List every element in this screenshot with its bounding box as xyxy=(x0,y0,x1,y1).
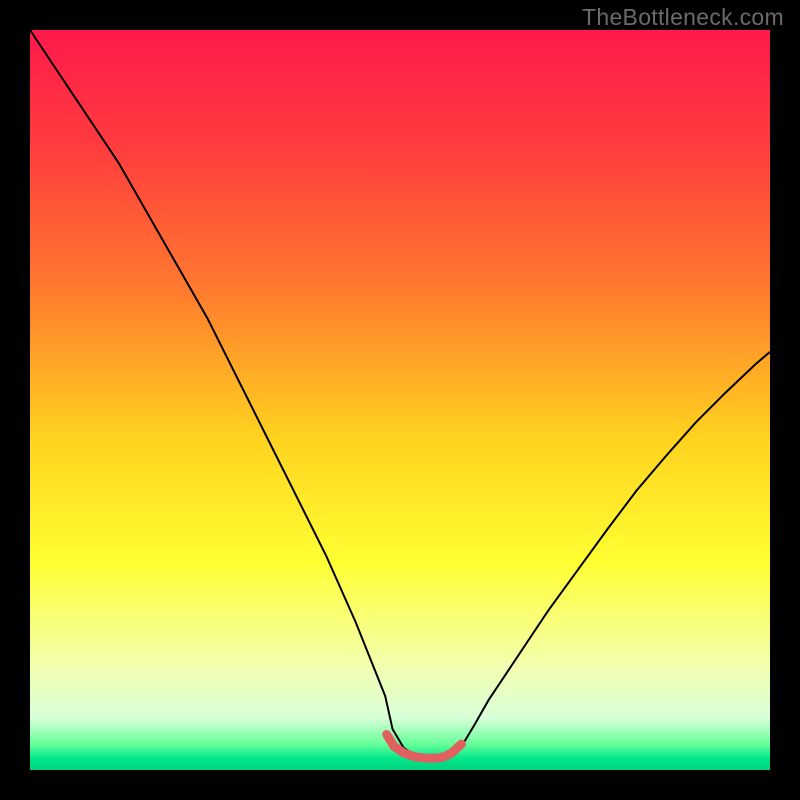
curve-layer xyxy=(30,30,770,770)
bottleneck-curve xyxy=(30,30,770,759)
watermark-text: TheBottleneck.com xyxy=(582,4,784,31)
chart-stage: TheBottleneck.com xyxy=(0,0,800,800)
plot-area xyxy=(30,30,770,770)
